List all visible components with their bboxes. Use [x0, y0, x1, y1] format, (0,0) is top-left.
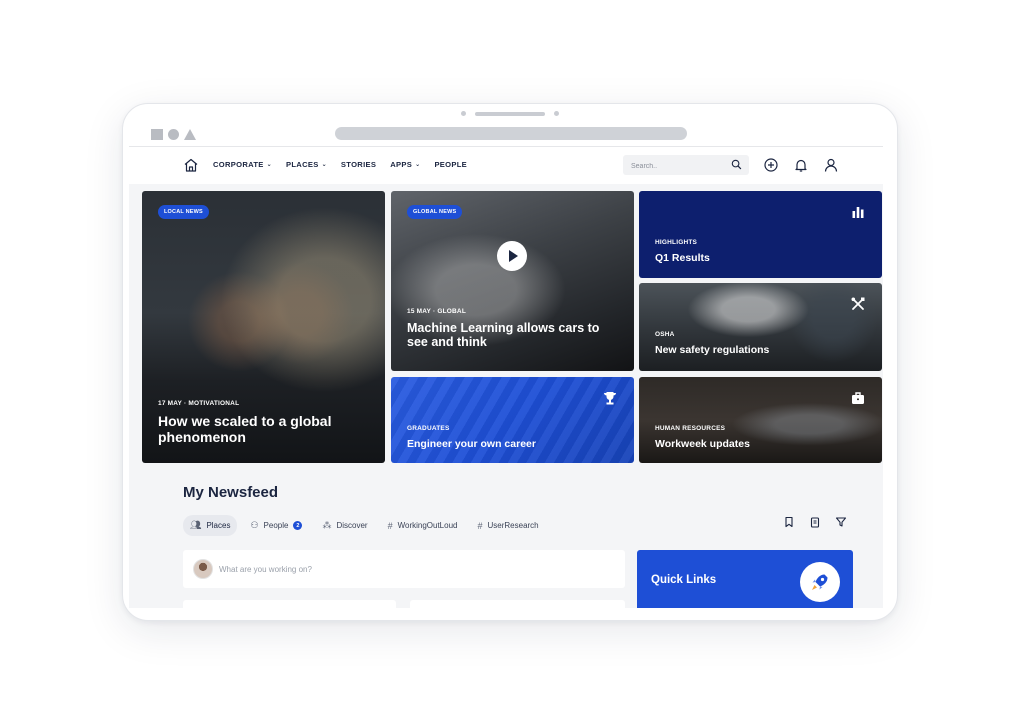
card-title[interactable]: Workweek updates [655, 438, 750, 450]
rocket-icon [812, 574, 828, 590]
menu-stories[interactable]: STORIES [341, 160, 376, 169]
card-title[interactable]: New safety regulations [655, 344, 769, 356]
quick-links-title: Quick Links [651, 574, 717, 586]
circle-icon [168, 129, 179, 140]
card-meta: GRADUATES [407, 425, 450, 432]
menu-people[interactable]: PEOPLE [434, 160, 467, 169]
chevron-down-icon: ⌄ [415, 162, 421, 168]
app-screen: CORPORATE ⌄ PLACES ⌄ STORIES APPS ⌄ PEOPLE [129, 146, 883, 608]
filter-people[interactable]: ⚇ People 2 [243, 515, 309, 536]
people-icon: 👥︎ [190, 520, 202, 530]
feed-tools [783, 516, 847, 528]
user-icon[interactable] [823, 157, 839, 173]
browser-chrome [123, 124, 897, 146]
newsfeed-filters: 👥︎ Places ⚇ People 2 ⁂ Discover # Workin… [183, 515, 546, 536]
filter-userresearch[interactable]: # UserResearch [470, 516, 545, 536]
card-title[interactable]: Q1 Results [655, 252, 710, 264]
card-global-news[interactable]: GLOBAL NEWS 15 MAY · GLOBAL Machine Lear… [391, 191, 634, 371]
search-box [623, 155, 749, 177]
filter-places[interactable]: 👥︎ Places [183, 515, 238, 536]
card-meta: OSHA [655, 331, 675, 338]
play-button[interactable] [497, 241, 527, 271]
top-navigation: CORPORATE ⌄ PLACES ⌄ STORIES APPS ⌄ PEOPLE [129, 146, 883, 184]
square-icon [151, 129, 163, 140]
rocket-button[interactable] [800, 562, 840, 602]
tablet-frame: CORPORATE ⌄ PLACES ⌄ STORIES APPS ⌄ PEOPLE [122, 103, 898, 621]
window-controls [151, 129, 196, 140]
person-icon: ⚇ [250, 520, 259, 530]
filter-workingoutloud[interactable]: # WorkingOutLoud [381, 516, 465, 536]
search-icon[interactable] [731, 159, 742, 170]
hash-icon: # [477, 520, 483, 531]
quick-links-panel: Quick Links [637, 550, 853, 608]
bell-icon[interactable] [793, 157, 809, 173]
main-menu: CORPORATE ⌄ PLACES ⌄ STORIES APPS ⌄ PEOPLE [213, 160, 467, 169]
chevron-down-icon: ⌄ [266, 162, 272, 168]
nav-actions [763, 157, 839, 173]
card-meta: HUMAN RESOURCES [655, 425, 726, 432]
add-circle-icon[interactable] [763, 157, 779, 173]
card-highlights[interactable]: HIGHLIGHTS Q1 Results [639, 191, 882, 278]
post-card[interactable] [183, 600, 396, 608]
card-title[interactable]: Engineer your own career [407, 438, 536, 450]
post-card[interactable] [410, 600, 625, 608]
card-title[interactable]: Machine Learning allows cars to see and … [407, 321, 617, 350]
tools-icon [851, 297, 865, 310]
search-input[interactable] [623, 156, 723, 177]
card-meta: 15 MAY · GLOBAL [407, 308, 466, 315]
camera-bar [123, 111, 897, 116]
card-osha[interactable]: OSHA New safety regulations [639, 283, 882, 371]
helmet-photo [639, 283, 882, 371]
card-meta: 17 MAY · MOTIVATIONAL [158, 400, 240, 407]
card-meta: HIGHLIGHTS [655, 239, 698, 246]
card-graduates[interactable]: GRADUATES Engineer your own career [391, 377, 634, 463]
post-composer [183, 550, 625, 588]
avatar [193, 559, 213, 579]
menu-apps[interactable]: APPS ⌄ [390, 160, 420, 169]
bookmark-icon[interactable] [783, 516, 795, 528]
home-icon[interactable] [183, 157, 199, 173]
clipboard-icon[interactable] [809, 516, 821, 528]
filter-icon[interactable] [835, 516, 847, 528]
people-count-badge: 2 [293, 521, 303, 530]
menu-corporate[interactable]: CORPORATE ⌄ [213, 160, 272, 169]
hash-icon: # [387, 520, 393, 531]
laptop-photo [639, 377, 882, 463]
tag-local-news[interactable]: LOCAL NEWS [158, 205, 209, 219]
trophy-icon [604, 392, 616, 405]
briefcase-icon [852, 392, 864, 404]
group-icon: ⁂ [322, 520, 332, 530]
filter-discover[interactable]: ⁂ Discover [315, 515, 374, 536]
card-title[interactable]: How we scaled to a global phenomenon [158, 413, 373, 445]
triangle-icon [184, 129, 196, 140]
chevron-down-icon: ⌄ [321, 162, 327, 168]
address-bar[interactable] [335, 127, 687, 140]
play-icon [509, 250, 518, 262]
newsfeed-title: My Newsfeed [183, 484, 279, 501]
tag-global-news[interactable]: GLOBAL NEWS [407, 205, 463, 219]
card-local-news[interactable]: LOCAL NEWS 17 MAY · MOTIVATIONAL How we … [142, 191, 385, 463]
composer-input[interactable] [219, 559, 599, 579]
bar-chart-icon [852, 207, 864, 218]
menu-places[interactable]: PLACES ⌄ [286, 160, 327, 169]
card-hr[interactable]: HUMAN RESOURCES Workweek updates [639, 377, 882, 463]
